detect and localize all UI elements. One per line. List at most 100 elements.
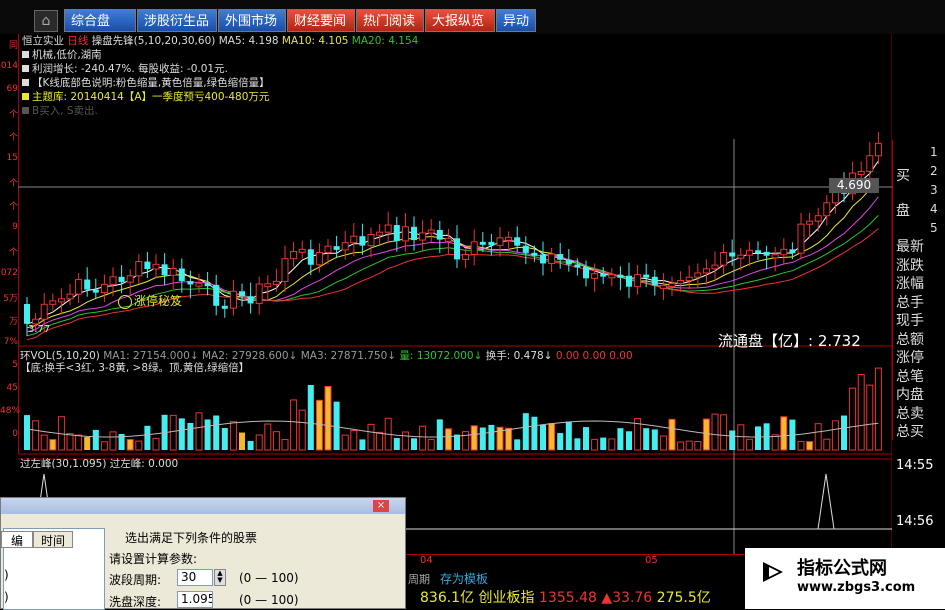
volume-bar (841, 415, 847, 450)
volume-bar (531, 416, 538, 450)
candle (24, 304, 30, 324)
volume-bar (600, 437, 607, 450)
menu-item-2[interactable]: 外围市场 (218, 9, 286, 32)
candle (255, 283, 263, 304)
volume-bar (393, 438, 400, 450)
volume-bar (797, 440, 805, 451)
candle (505, 236, 513, 241)
left-tick-7: 个 (8, 202, 18, 212)
close-icon[interactable]: × (373, 500, 389, 512)
left-tick-11: 5万 (3, 294, 18, 304)
topic-line[interactable]: 主题库: 20140414【A】一季度预亏400-480万元 (22, 89, 269, 104)
left-tick-5: 15 (6, 153, 18, 163)
tab-time[interactable]: 时间 (33, 531, 73, 548)
list-paren-2: ) (4, 590, 9, 604)
volume-bar (574, 438, 581, 450)
volume-bar (367, 423, 375, 451)
menu-item-0[interactable]: 综合盘 (64, 9, 136, 32)
volume-bar (204, 419, 211, 450)
candle (745, 249, 753, 256)
candle (401, 226, 409, 242)
date-label-1: 05 (645, 555, 658, 566)
callout-label: 涨停秘笈 (134, 294, 183, 308)
candle (333, 246, 340, 250)
candle (462, 253, 470, 260)
candle (247, 296, 254, 304)
vol-ma3: MA3: 27871.750↓ (300, 350, 397, 362)
menu-item-3[interactable]: 财经要闻 (287, 9, 355, 32)
menu-item-6[interactable]: 异动 (496, 9, 536, 32)
stock-name: 恒立实业 (22, 35, 64, 47)
volume-bar (213, 415, 220, 450)
volume-bar (729, 430, 736, 450)
bullet-icon (22, 107, 29, 114)
volume-bar (866, 384, 874, 451)
menu-item-4[interactable]: 热门阅读 (356, 9, 424, 32)
watermark-url: www.zbgs3.com (797, 580, 916, 595)
candle (229, 290, 237, 309)
home-icon[interactable]: ⌂ (34, 10, 58, 32)
volume-bar (135, 440, 143, 451)
candle (557, 254, 564, 260)
volume-bar (514, 439, 521, 450)
candle (763, 251, 770, 256)
candle (84, 279, 91, 290)
candle (591, 273, 599, 279)
volume-bar (401, 431, 409, 451)
candle (126, 275, 134, 283)
volume-bar (548, 423, 556, 451)
order-level-5: 5 (930, 221, 938, 235)
candle (823, 202, 831, 217)
candle (359, 236, 366, 246)
candle (281, 258, 289, 282)
volume-bar (444, 428, 452, 451)
volume-bar (195, 412, 203, 451)
volume-bar (522, 413, 529, 450)
menu-item-1[interactable]: 涉股衍生品 (137, 9, 217, 32)
watermark: 指标公式网 www.zbgs3.com (745, 548, 945, 609)
ma-line (26, 215, 879, 337)
candle (651, 276, 658, 286)
vol-value: 量: 13072.000↓ (399, 350, 483, 362)
volume-bar (221, 427, 228, 450)
candle (315, 251, 323, 266)
indicator-label: 操盘先锋(5,10,20,30,60) (91, 35, 216, 47)
callout-text: 涨停秘笈 (118, 292, 182, 309)
candle (626, 275, 632, 287)
param2-input[interactable]: 1.095 (177, 591, 213, 608)
quote-field-3: 总手 (896, 294, 924, 311)
left-tick-17: 0 (12, 429, 18, 439)
candle (264, 283, 272, 288)
param1-spinner[interactable]: ▲ ▼ (214, 569, 226, 586)
volume-bar (152, 437, 160, 451)
candle (659, 284, 667, 289)
candle (720, 251, 728, 266)
left-tick-10: 072 (0, 268, 18, 278)
candle (49, 300, 57, 305)
candle (685, 276, 693, 282)
volume-bar (32, 420, 40, 451)
menu-item-5[interactable]: 大报纵览 (425, 9, 495, 32)
candle (187, 281, 194, 285)
stock-screener-dialog[interactable]: × 编 时间 ) ) 选出满足下列条件的股票 请设置计算参数: 波段周期: 30… (0, 497, 406, 610)
dialog-titlebar[interactable] (1, 498, 405, 514)
volume-bar (668, 418, 676, 451)
volume-bar (591, 438, 599, 451)
candle (57, 298, 65, 303)
order-level-3: 3 (930, 183, 938, 197)
volume-bar (565, 421, 572, 450)
param1-input[interactable]: 30 (177, 569, 213, 586)
volume-bar (831, 420, 839, 451)
save-template-button[interactable]: 存为模板 (440, 570, 488, 587)
bullet-icon (22, 65, 29, 72)
tab-edit[interactable]: 编 (1, 531, 33, 548)
volume-bar (144, 425, 151, 450)
low-label: 3.77 (28, 324, 51, 335)
candle (307, 249, 314, 265)
vol-extra: 0.00 0.00 0.00 (555, 350, 633, 362)
candle (496, 237, 504, 246)
index-ticker[interactable]: 836.1亿 创业板指 1355.48 ▲33.76 275.5亿 (420, 587, 711, 607)
volume-bar (617, 428, 624, 450)
candle (771, 254, 779, 259)
volume-bar (24, 415, 30, 450)
